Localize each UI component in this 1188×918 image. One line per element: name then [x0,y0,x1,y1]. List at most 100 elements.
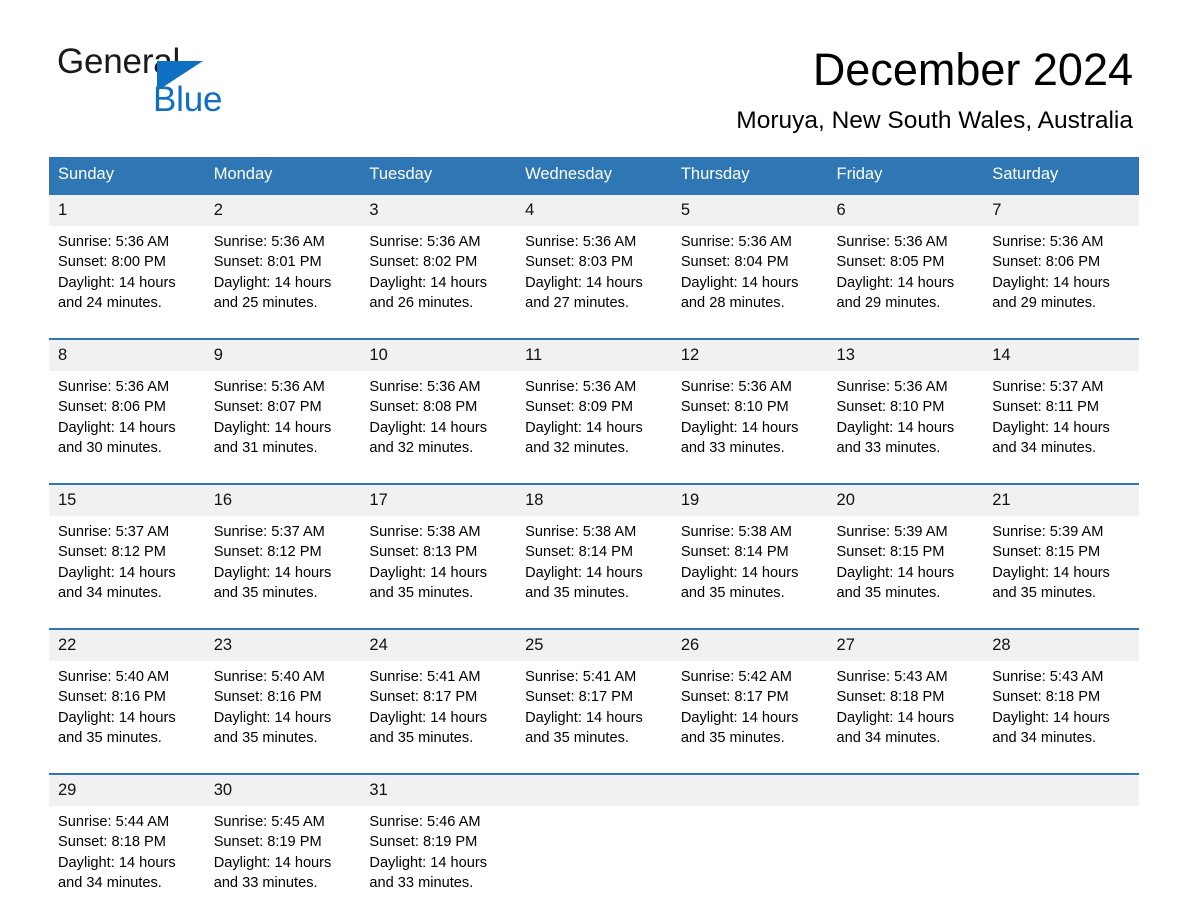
day-number[interactable]: 31 [360,774,517,807]
sunrise-text: Sunrise: 5:43 AM [992,669,1104,686]
sunrise-text: Sunrise: 5:36 AM [369,379,481,396]
weekday-header-saturday: Saturday [983,157,1139,195]
sunset-text: Sunset: 8:12 PM [58,544,166,561]
day-cell[interactable]: Sunrise: 5:37 AM Sunset: 8:12 PM Daylight:… [49,516,205,630]
week-daynumber-row: 29 30 31 [49,774,1139,807]
day-number[interactable]: 12 [671,339,828,372]
sunrise-text: Sunrise: 5:36 AM [213,379,325,396]
daylight-text: Daylight: 14 hours and 29 minutes. [836,274,955,311]
sunrise-text: Sunrise: 5:36 AM [525,234,637,251]
day-number[interactable]: 8 [49,339,205,372]
day-cell[interactable]: Sunrise: 5:39 AM Sunset: 8:15 PM Daylight:… [983,516,1139,630]
day-cell[interactable]: Sunrise: 5:36 AM Sunset: 8:06 PM Daylight:… [49,371,205,485]
day-cell[interactable]: Sunrise: 5:43 AM Sunset: 8:18 PM Daylight:… [983,661,1139,775]
generalblue-logo[interactable]: General Blue [57,44,257,122]
weekday-header-monday: Monday [204,157,361,195]
day-number[interactable]: 26 [671,629,828,662]
day-cell[interactable]: Sunrise: 5:46 AM Sunset: 8:19 PM Daylight:… [360,806,517,918]
day-cell[interactable]: Sunrise: 5:36 AM Sunset: 8:02 PM Daylight:… [360,226,517,340]
day-number[interactable]: 20 [827,484,984,517]
day-number-empty [516,774,672,807]
day-cell[interactable]: Sunrise: 5:42 AM Sunset: 8:17 PM Daylight:… [671,661,828,775]
sunset-text: Sunset: 8:19 PM [213,834,322,851]
week-daynumber-row: 1234567 [49,194,1139,227]
day-number[interactable]: 4 [516,194,672,227]
sunrise-text: Sunrise: 5:39 AM [836,524,948,541]
sunset-text: Sunset: 8:11 PM [992,399,1100,416]
day-number[interactable]: 3 [360,194,517,227]
day-cell[interactable]: Sunrise: 5:41 AM Sunset: 8:17 PM Daylight:… [360,661,517,775]
weekday-header-tuesday: Tuesday [360,157,517,195]
day-number[interactable]: 22 [49,629,205,662]
day-cell[interactable]: Sunrise: 5:36 AM Sunset: 8:09 PM Daylight:… [516,371,672,485]
day-cell[interactable]: Sunrise: 5:38 AM Sunset: 8:13 PM Daylight:… [360,516,517,630]
sunrise-text: Sunrise: 5:37 AM [992,379,1104,396]
sunset-text: Sunset: 8:06 PM [992,254,1101,271]
sunset-text: Sunset: 8:05 PM [836,254,945,271]
day-cell[interactable]: Sunrise: 5:39 AM Sunset: 8:15 PM Daylight:… [827,516,984,630]
sunset-text: Sunset: 8:14 PM [525,544,634,561]
day-cell[interactable]: Sunrise: 5:43 AM Sunset: 8:18 PM Daylight:… [827,661,984,775]
sunset-text: Sunset: 8:07 PM [213,399,322,416]
day-number[interactable]: 28 [983,629,1139,662]
day-number[interactable]: 25 [516,629,672,662]
sunset-text: Sunset: 8:17 PM [369,689,478,706]
day-cell[interactable]: Sunrise: 5:36 AM Sunset: 8:01 PM Daylight:… [204,226,361,340]
day-cell[interactable]: Sunrise: 5:38 AM Sunset: 8:14 PM Daylight:… [671,516,828,630]
day-number[interactable]: 27 [827,629,984,662]
day-number[interactable]: 10 [360,339,517,372]
day-cell[interactable]: Sunrise: 5:41 AM Sunset: 8:17 PM Daylight:… [516,661,672,775]
day-number[interactable]: 9 [204,339,361,372]
daylight-text: Daylight: 14 hours and 33 minutes. [369,854,488,891]
day-cell[interactable]: Sunrise: 5:38 AM Sunset: 8:14 PM Daylight:… [516,516,672,630]
day-number[interactable]: 17 [360,484,517,517]
day-cell[interactable]: Sunrise: 5:37 AM Sunset: 8:11 PM Daylight:… [983,371,1139,485]
day-number[interactable]: 2 [204,194,361,227]
day-number[interactable]: 18 [516,484,672,517]
day-number[interactable]: 14 [983,339,1139,372]
daylight-text: Daylight: 14 hours and 35 minutes. [369,564,488,601]
sunset-text: Sunset: 8:16 PM [213,689,322,706]
day-cell[interactable]: Sunrise: 5:40 AM Sunset: 8:16 PM Daylight:… [204,661,361,775]
day-cell[interactable]: Sunrise: 5:36 AM Sunset: 8:00 PM Daylight:… [49,226,205,340]
day-cell[interactable]: Sunrise: 5:36 AM Sunset: 8:08 PM Daylight:… [360,371,517,485]
sunset-text: Sunset: 8:10 PM [836,399,945,416]
day-number[interactable]: 11 [516,339,672,372]
day-cell[interactable]: Sunrise: 5:36 AM Sunset: 8:07 PM Daylight:… [204,371,361,485]
day-number[interactable]: 23 [204,629,361,662]
day-number[interactable]: 5 [671,194,828,227]
day-cell[interactable]: Sunrise: 5:36 AM Sunset: 8:06 PM Daylight:… [983,226,1139,340]
day-number[interactable]: 6 [827,194,984,227]
day-cell[interactable]: Sunrise: 5:36 AM Sunset: 8:10 PM Daylight:… [827,371,984,485]
day-number[interactable]: 13 [827,339,984,372]
daylight-text: Daylight: 14 hours and 35 minutes. [680,564,799,601]
calendar-body: 1 2 3 4 5 6 7 Sunrise: 5:36 AM Sunset: 8:00 PM Da… [49,194,1139,918]
day-number[interactable]: 30 [204,774,361,807]
day-cell[interactable]: Sunrise: 5:36 AM Sunset: 8:05 PM Daylight:… [827,226,984,340]
sunrise-text: Sunrise: 5:43 AM [836,669,948,686]
daylight-text: Daylight: 14 hours and 35 minutes. [836,564,955,601]
day-number[interactable]: 29 [49,774,205,807]
day-number[interactable]: 21 [983,484,1139,517]
day-number[interactable]: 7 [983,194,1139,227]
sunrise-text: Sunrise: 5:38 AM [369,524,481,541]
daylight-text: Daylight: 14 hours and 27 minutes. [525,274,643,311]
day-number[interactable]: 1 [49,194,205,227]
day-cell[interactable]: Sunrise: 5:37 AM Sunset: 8:12 PM Daylight:… [204,516,361,630]
daylight-text: Daylight: 14 hours and 33 minutes. [680,419,799,456]
day-cell[interactable]: Sunrise: 5:36 AM Sunset: 8:04 PM Daylight:… [671,226,828,340]
day-number[interactable]: 15 [49,484,205,517]
day-cell[interactable]: Sunrise: 5:45 AM Sunset: 8:19 PM Daylight:… [204,806,361,918]
day-number[interactable]: 24 [360,629,517,662]
day-number[interactable]: 16 [204,484,361,517]
sunrise-text: Sunrise: 5:36 AM [213,234,325,251]
day-cell[interactable]: Sunrise: 5:36 AM Sunset: 8:10 PM Daylight:… [671,371,828,485]
day-cell[interactable]: Sunrise: 5:40 AM Sunset: 8:16 PM Daylight:… [49,661,205,775]
sunrise-text: Sunrise: 5:36 AM [369,234,481,251]
day-cell[interactable]: Sunrise: 5:36 AM Sunset: 8:03 PM Daylight:… [516,226,672,340]
day-number[interactable]: 19 [671,484,828,517]
daylight-text: Daylight: 14 hours and 35 minutes. [213,709,332,746]
daylight-text: Daylight: 14 hours and 33 minutes. [836,419,955,456]
sunset-text: Sunset: 8:01 PM [213,254,322,271]
day-cell[interactable]: Sunrise: 5:44 AM Sunset: 8:18 PM Daylight:… [49,806,205,918]
